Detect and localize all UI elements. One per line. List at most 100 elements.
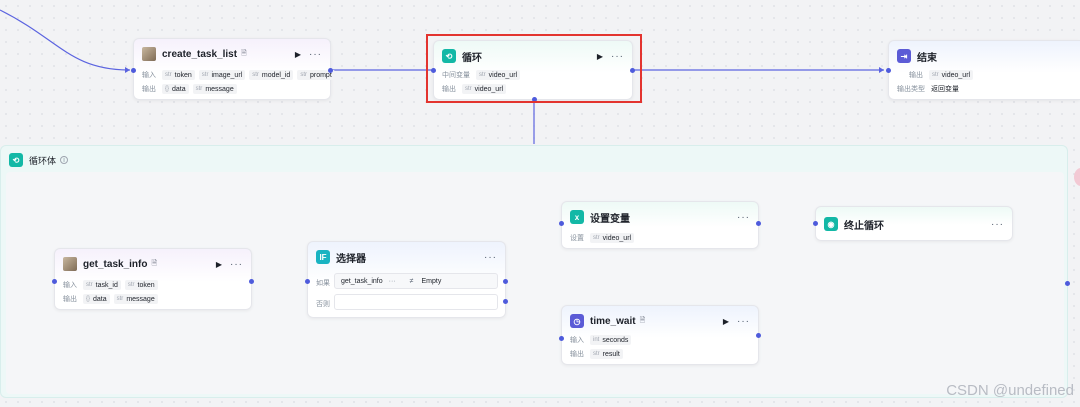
input-port[interactable] xyxy=(431,68,436,73)
input-port[interactable] xyxy=(305,279,310,284)
else-label: 否则 xyxy=(316,301,330,308)
node-selector[interactable]: IF 选择器 ··· 如果 get_task_info ··· ≠ Empty … xyxy=(305,241,508,318)
clock-icon: ◷ xyxy=(570,314,584,328)
output-port[interactable] xyxy=(756,221,761,226)
input-port[interactable] xyxy=(559,336,564,341)
run-icon[interactable]: ▶ xyxy=(597,52,603,61)
node-title: create_task_list xyxy=(162,48,238,60)
param-chip: str result xyxy=(590,349,623,359)
loop-body-header: ⟲ 循环体 i xyxy=(9,153,69,167)
node-get-task-info[interactable]: get_task_info 🗎 ▶ ··· 输入 str task_id str t… xyxy=(52,248,254,310)
more-icon[interactable]: ··· xyxy=(309,49,322,60)
param-chip: str video_url xyxy=(462,84,507,94)
param-chip: int seconds xyxy=(590,335,632,345)
condition-operator: ≠ xyxy=(409,277,414,285)
set-label: 设置 xyxy=(570,235,584,242)
arrowhead xyxy=(125,67,130,73)
node-end[interactable]: ⇥ 结束 输出 str video_url 输出类型 返回变量 xyxy=(886,40,1080,100)
param-chip: str video_url xyxy=(929,70,974,80)
loop-body-output-port[interactable] xyxy=(1065,281,1070,286)
node-title: 循环 xyxy=(462,52,482,64)
input-port[interactable] xyxy=(813,221,818,226)
node-header: x 设置变量 ··· xyxy=(570,208,750,226)
node-time-wait[interactable]: ◷ time_wait 🗎 ▶ ··· 输入 int seconds 输出 str… xyxy=(559,305,761,365)
variable-row: 中间变量 str video_url xyxy=(442,69,524,81)
output-label: 输出 xyxy=(442,86,456,93)
node-header: get_task_info 🗎 ▶ ··· xyxy=(63,255,243,273)
input-port[interactable] xyxy=(559,221,564,226)
loop-icon: ⟲ xyxy=(442,49,456,63)
plugin-avatar-icon xyxy=(142,47,156,61)
condition-right-operand: Empty xyxy=(421,277,442,285)
loop-body-title: 循环体 xyxy=(29,155,57,166)
output-label: 输出 xyxy=(142,86,156,93)
else-output-port[interactable] xyxy=(503,299,508,304)
more-icon[interactable]: ··· xyxy=(230,259,243,270)
input-port[interactable] xyxy=(886,68,891,73)
collapsed-panel-handle[interactable] xyxy=(1074,168,1080,186)
doc-icon[interactable]: 🗎 xyxy=(151,259,157,270)
node-create-task-list[interactable]: create_task_list 🗎 ▶ ··· 输入 str token str… xyxy=(131,38,335,100)
param-chip: str model_id xyxy=(249,70,294,80)
end-icon: ⇥ xyxy=(897,49,911,63)
node-header: create_task_list 🗎 ▶ ··· xyxy=(142,45,322,63)
more-icon[interactable]: ··· xyxy=(991,219,1004,230)
node-title: 选择器 xyxy=(336,253,366,265)
param-chip: str video_url xyxy=(476,70,521,80)
more-icon[interactable]: ··· xyxy=(737,212,750,223)
outputs-row: 输出 {} data str message xyxy=(142,83,241,95)
output-port[interactable] xyxy=(630,68,635,73)
loop-body-port[interactable] xyxy=(532,97,537,102)
param-chip: str task_id xyxy=(83,280,121,290)
outputs-row: 输出 str video_url xyxy=(909,69,977,81)
variable-icon: x xyxy=(570,210,584,224)
plugin-avatar-icon xyxy=(63,257,77,271)
inputs-row: 输入 int seconds xyxy=(570,334,635,346)
watermark: CSDN @undefined xyxy=(946,382,1074,399)
loop-icon: ⟲ xyxy=(9,153,23,167)
node-loop[interactable]: ⟲ 循环 ▶ ··· 中间变量 str video_url 输出 str video… xyxy=(431,40,635,102)
outputs-row: 输出 str video_url xyxy=(442,83,510,95)
node-stop-loop[interactable]: ◉ 终止循环 ··· xyxy=(813,206,1013,241)
doc-icon[interactable]: 🗎 xyxy=(640,316,646,327)
inputs-row: 输入 str token str image_url str model_id str… xyxy=(142,69,339,81)
param-chip: {} data xyxy=(83,294,110,304)
run-icon[interactable]: ▶ xyxy=(216,260,222,269)
set-row: 设置 str video_url xyxy=(570,232,638,244)
info-icon[interactable]: i xyxy=(60,156,69,164)
output-port[interactable] xyxy=(756,333,761,338)
node-set-variable[interactable]: x 设置变量 ··· 设置 str video_url xyxy=(559,201,761,249)
doc-icon[interactable]: 🗎 xyxy=(241,49,247,60)
output-kind-label: 输出类型 xyxy=(897,86,925,93)
node-header: ◷ time_wait 🗎 ▶ ··· xyxy=(570,312,750,330)
input-label: 输入 xyxy=(63,282,77,289)
input-port[interactable] xyxy=(52,279,57,284)
param-chip: str message xyxy=(113,294,158,304)
condition-left-operand: get_task_info xyxy=(341,277,383,285)
if-output-port[interactable] xyxy=(503,279,508,284)
arrowhead xyxy=(879,67,884,73)
else-box[interactable] xyxy=(334,294,498,310)
inputs-row: 输入 str task_id str token xyxy=(63,279,162,291)
more-icon[interactable]: ··· xyxy=(484,252,497,263)
condition-more[interactable]: ··· xyxy=(389,278,396,285)
output-port[interactable] xyxy=(249,279,254,284)
output-kind-row: 输出类型 返回变量 xyxy=(897,83,959,95)
if-label: 如果 xyxy=(316,280,330,287)
more-icon[interactable]: ··· xyxy=(611,51,624,62)
output-label: 输出 xyxy=(909,72,923,79)
input-label: 输入 xyxy=(142,72,156,79)
if-icon: IF xyxy=(316,250,330,264)
output-port[interactable] xyxy=(328,68,333,73)
more-icon[interactable]: ··· xyxy=(737,316,750,327)
param-chip: str image_url xyxy=(198,70,246,80)
run-icon[interactable]: ▶ xyxy=(723,317,729,326)
input-port[interactable] xyxy=(131,68,136,73)
output-label: 输出 xyxy=(63,296,77,303)
node-header: ◉ 终止循环 ··· xyxy=(824,215,1004,233)
run-icon[interactable]: ▶ xyxy=(295,50,301,59)
condition-box[interactable]: get_task_info ··· ≠ Empty xyxy=(334,273,498,289)
param-chip: str video_url xyxy=(590,233,635,243)
input-label: 输入 xyxy=(570,337,584,344)
output-kind-value: 返回变量 xyxy=(931,86,959,93)
